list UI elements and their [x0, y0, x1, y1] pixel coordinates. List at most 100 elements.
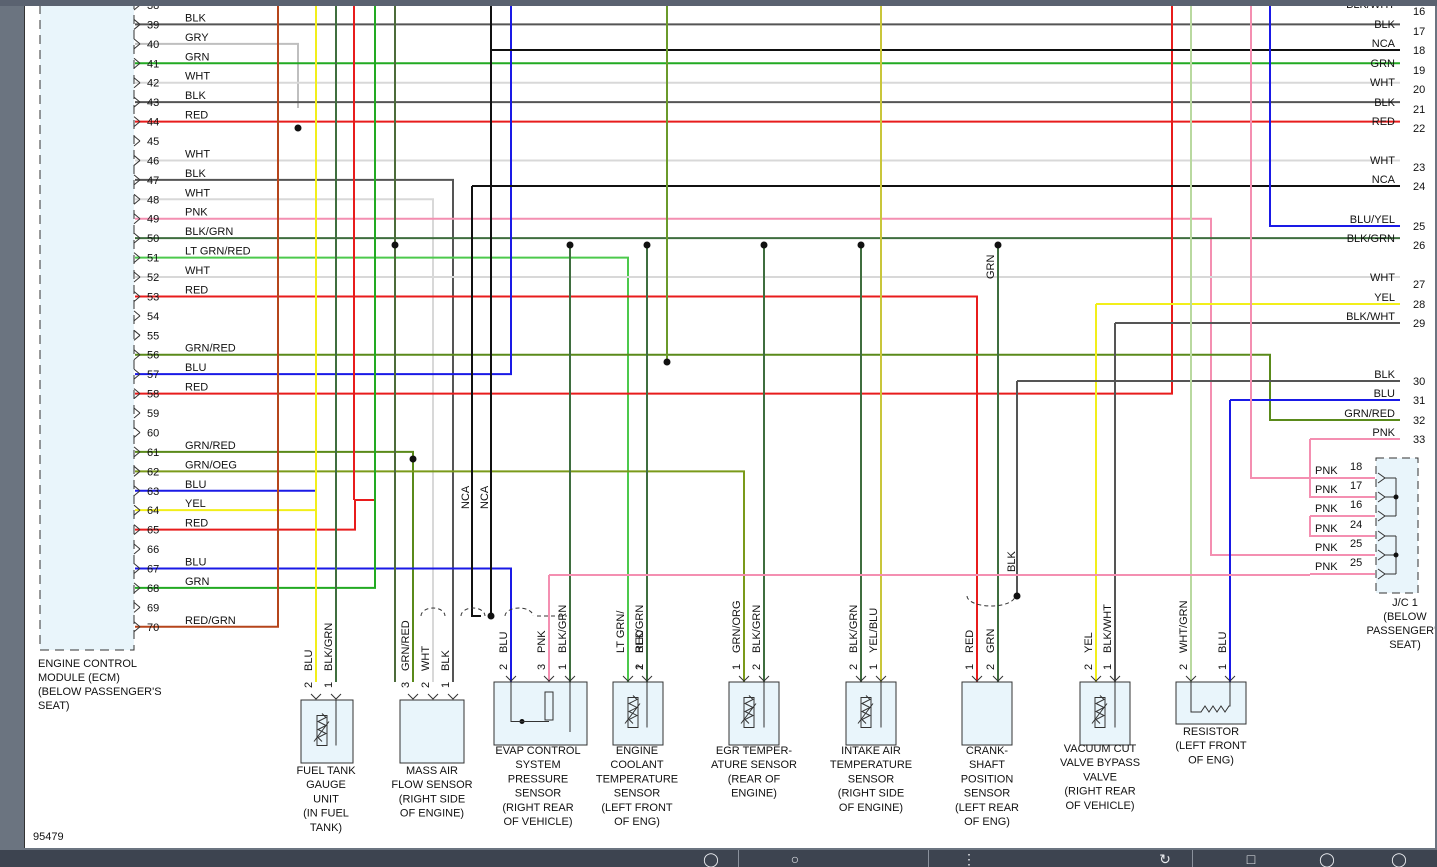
- component-pin-number: 1: [634, 664, 646, 670]
- ecm-wire-color-label: RED: [185, 518, 208, 530]
- right-pin-number: 32: [1413, 415, 1425, 427]
- ecm-pin-number: 63: [147, 486, 159, 498]
- ecm-wire-color-label: RED: [185, 110, 208, 122]
- ecm-pin-number: 40: [147, 39, 159, 51]
- pin-tick: [133, 310, 141, 317]
- component-label-line: INTAKE AIR: [841, 745, 901, 757]
- component-wire-label: BLK/GRN: [751, 605, 763, 653]
- pin-tick: [133, 6, 140, 11]
- splice-dot: [1013, 592, 1021, 600]
- ecm-pin-number: 66: [147, 544, 159, 556]
- nca-label: NCA: [479, 485, 491, 509]
- doc-icon[interactable]: □: [1238, 852, 1264, 867]
- wire: [135, 178, 454, 682]
- ecm-wire-color-label: BLK: [185, 168, 206, 180]
- viewer-toolbar: ◯ ○ ⋮ ↻ □ ◯ ◯: [0, 850, 1437, 867]
- ecm-wire-color-label: GRN: [185, 576, 210, 588]
- ecm-pin-number: 44: [147, 117, 159, 129]
- right-pin-number: 25: [1413, 221, 1425, 233]
- ecm-pin-number: 49: [147, 214, 159, 226]
- grn-wire-label: GRN: [985, 255, 997, 280]
- component-label-line: RESISTOR: [1183, 726, 1239, 738]
- connector-dashed: [966, 595, 1016, 607]
- right-pin-number: 26: [1413, 240, 1425, 252]
- component-pin-number: 2: [751, 664, 763, 670]
- component-wire-label: LT GRN/: [615, 610, 627, 653]
- ecm-pin-number: 54: [147, 311, 159, 323]
- ecm-pin-number: 65: [147, 525, 159, 537]
- component-label-line: (LEFT FRONT: [1175, 740, 1247, 752]
- component-label-line: (RIGHT SIDE: [838, 788, 904, 800]
- ecm-pin-number: 50: [147, 233, 159, 245]
- component-label-line: OF VEHICLE): [1065, 800, 1134, 812]
- pin-tick: [133, 432, 141, 438]
- right-pin-number: 16: [1413, 6, 1425, 18]
- right-pin-number: 33: [1413, 434, 1425, 446]
- pin-tick: [133, 601, 141, 608]
- help-icon[interactable]: ◯: [1314, 852, 1340, 867]
- component-label-line: SENSOR: [614, 788, 661, 800]
- component-pin-number: 1: [964, 664, 976, 670]
- ecm-wire-color-label: GRY: [185, 32, 209, 44]
- pin-icon[interactable]: ○: [782, 852, 808, 867]
- pin-tick: [133, 427, 141, 433]
- help2-icon[interactable]: ◯: [1386, 852, 1412, 867]
- component-label-line: (REAR OF: [728, 773, 781, 785]
- ecm-label-line: (BELOW PASSENGER'S: [38, 686, 162, 698]
- ecm-pin-number: 51: [147, 253, 159, 265]
- pin-tick: [133, 543, 141, 550]
- ecm-pin-number: 61: [147, 447, 159, 459]
- component-label-line: TEMPERATURE: [830, 759, 912, 771]
- component-body: [399, 699, 465, 764]
- ecm-pin-number: 47: [147, 175, 159, 187]
- component-pin-number: 1: [440, 682, 452, 688]
- ecm-pin-number: 41: [147, 58, 159, 70]
- component-pin-number: 2: [303, 682, 315, 688]
- component-pin-number: 2: [420, 682, 432, 688]
- ecm-pin-number: 60: [147, 427, 159, 439]
- right-pin-number: 21: [1413, 104, 1425, 116]
- ecm-pin-number: 58: [147, 389, 159, 401]
- rotate-icon[interactable]: ↻: [1152, 852, 1178, 867]
- component-label-line: OF ENG): [614, 816, 660, 828]
- component-label-line: TANK): [310, 822, 342, 834]
- jc1-label-line: SEAT): [1389, 639, 1421, 651]
- component-pin-number: 2: [498, 664, 510, 670]
- component-wire-label: BLK/GRN: [848, 605, 860, 653]
- right-pin-number: 17: [1413, 26, 1425, 38]
- right-wire-color-label: BLK: [1374, 19, 1395, 31]
- component-label-line: POSITION: [961, 773, 1014, 785]
- grid-icon[interactable]: ⋮: [956, 852, 982, 867]
- component-label-line: SHAFT: [969, 759, 1005, 771]
- zoom-icon[interactable]: ◯: [698, 852, 724, 867]
- connector-tick: [330, 693, 342, 700]
- component-pin-number: 2: [848, 664, 860, 670]
- component-pin-number: 1: [557, 664, 569, 670]
- connector-tick: [310, 693, 322, 700]
- component-label-line: VACUUM CUT: [1064, 743, 1137, 755]
- ecm-label-line: MODULE (ECM): [38, 672, 120, 684]
- ecm-wire-color-label: LT GRN/RED: [185, 246, 251, 258]
- jc1-label-line: PASSENGER'S: [1366, 625, 1435, 637]
- ecm-label-line: ENGINE CONTROL: [38, 658, 137, 670]
- component-label-line: SYSTEM: [515, 759, 560, 771]
- component-label-line: OF ENG): [964, 816, 1010, 828]
- ecm-wire-color-label: BLU: [185, 362, 206, 374]
- wiring-diagram-page[interactable]: 38 BLK/WHT 39 BLK 40 GRY 41 GRN 42 WHT 43 BLK 44 RED 4…: [24, 6, 1435, 848]
- ecm-wire-color-label: BLK: [185, 12, 206, 24]
- ecm-pin-number: 52: [147, 272, 159, 284]
- jc1-pin-number: 24: [1350, 519, 1362, 531]
- ecm-pin-number: 38: [147, 6, 159, 12]
- component-wire-label: GRN/ORG: [731, 600, 743, 653]
- connector-tick: [427, 693, 439, 700]
- ecm-pin-number: 62: [147, 466, 159, 478]
- right-pin-number: 18: [1413, 45, 1425, 57]
- splice-dot: [643, 241, 651, 249]
- jc1-splice-dot: [1393, 494, 1399, 500]
- right-wire-color-label: BLK/WHT: [1346, 6, 1395, 11]
- component-wire-label: BLK/WHT: [1102, 604, 1114, 653]
- component-label-line: OF ENGINE): [839, 802, 903, 814]
- wire: [471, 186, 481, 617]
- jc1-wire-label: PNK: [1315, 561, 1338, 573]
- component-pin-number: 3: [536, 664, 548, 670]
